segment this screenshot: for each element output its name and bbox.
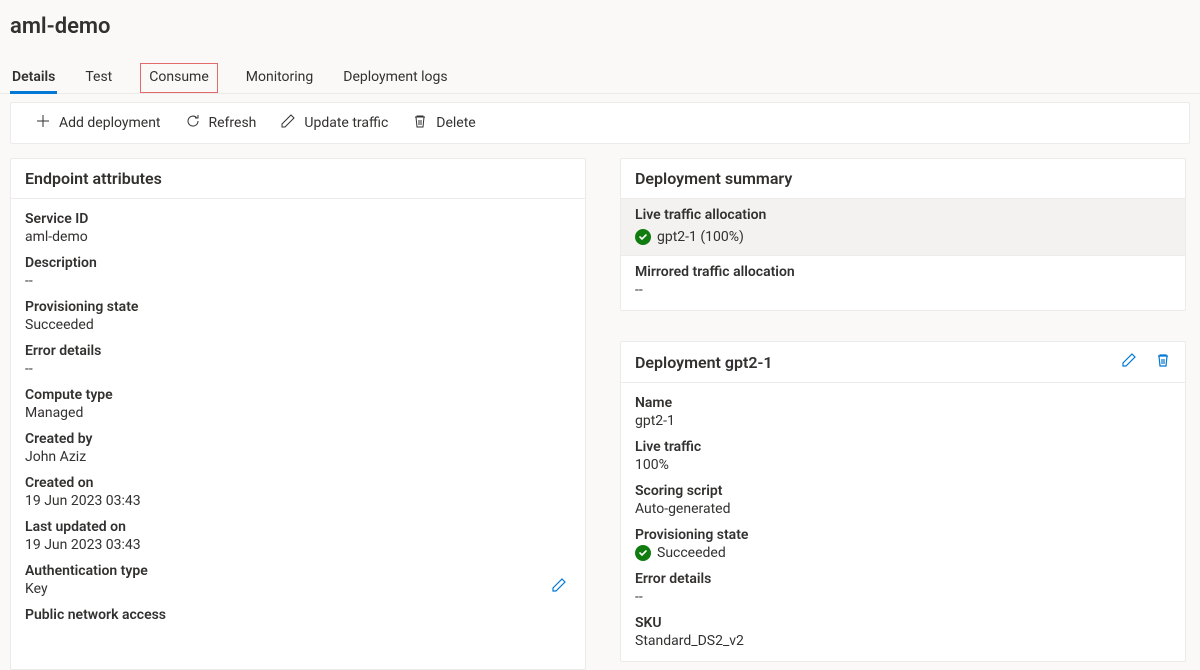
add-deployment-label: Add deployment	[59, 115, 161, 131]
attr-error-details: Error details --	[25, 343, 571, 377]
delete-button[interactable]: Delete	[412, 113, 475, 133]
attr-label: Live traffic	[635, 439, 1171, 455]
live-traffic-allocation: Live traffic allocation gpt2-1 (100%)	[621, 199, 1185, 256]
pencil-icon	[280, 113, 296, 133]
refresh-button[interactable]: Refresh	[185, 113, 257, 133]
add-deployment-button[interactable]: Add deployment	[35, 113, 161, 133]
attr-sku: SKU Standard_DS2_v2	[635, 615, 1171, 649]
attr-label: Created by	[25, 431, 571, 447]
page-title: aml-demo	[0, 0, 1200, 45]
attr-value: Auto-generated	[635, 501, 1171, 517]
check-circle-icon	[635, 545, 651, 561]
deployment-detail-header: Deployment gpt2-1	[635, 353, 773, 372]
attr-live-traffic: Live traffic 100%	[635, 439, 1171, 473]
attr-value: Key	[25, 581, 148, 597]
attr-value: Standard_DS2_v2	[635, 633, 1171, 649]
attr-value: Succeeded	[25, 317, 571, 333]
deployment-detail-card: Deployment gpt2-1 Name gpt2-1 Live traff…	[620, 341, 1186, 662]
attr-label: Provisioning state	[25, 299, 571, 315]
attr-label: Scoring script	[635, 483, 1171, 499]
mirrored-traffic-value: --	[635, 282, 1171, 298]
mirrored-traffic-title: Mirrored traffic allocation	[635, 264, 1171, 280]
update-traffic-button[interactable]: Update traffic	[280, 113, 388, 133]
mirrored-traffic-allocation: Mirrored traffic allocation --	[621, 256, 1185, 310]
tab-details[interactable]: Details	[10, 63, 57, 93]
attr-label: Service ID	[25, 211, 571, 227]
refresh-label: Refresh	[209, 115, 257, 131]
edit-auth-button[interactable]	[551, 577, 567, 597]
pencil-icon	[1121, 352, 1137, 368]
toolbar: Add deployment Refresh Update traffic De…	[10, 102, 1190, 144]
check-circle-icon	[635, 229, 651, 245]
delete-deployment-button[interactable]	[1155, 352, 1171, 372]
endpoint-attributes-header: Endpoint attributes	[11, 159, 585, 199]
attr-description: Description --	[25, 255, 571, 289]
attr-label: Compute type	[25, 387, 571, 403]
attr-label: Public network access	[25, 607, 571, 623]
attr-deployment-name: Name gpt2-1	[635, 395, 1171, 429]
trash-icon	[1155, 352, 1171, 368]
tab-test[interactable]: Test	[83, 63, 114, 93]
deployment-summary-header: Deployment summary	[621, 159, 1185, 199]
attr-created-on: Created on 19 Jun 2023 03:43	[25, 475, 571, 509]
attr-value: gpt2-1	[635, 413, 1171, 429]
attr-deployment-provisioning: Provisioning state Succeeded	[635, 527, 1171, 561]
refresh-icon	[185, 113, 201, 133]
endpoint-attributes-card: Endpoint attributes Service ID aml-demo …	[10, 158, 586, 670]
attr-value: Managed	[25, 405, 571, 421]
plus-icon	[35, 113, 51, 133]
delete-label: Delete	[436, 115, 475, 131]
attr-provisioning-state: Provisioning state Succeeded	[25, 299, 571, 333]
attr-scoring-script: Scoring script Auto-generated	[635, 483, 1171, 517]
attr-label: Created on	[25, 475, 571, 491]
attr-label: SKU	[635, 615, 1171, 631]
attr-value: --	[25, 361, 571, 377]
attr-created-by: Created by John Aziz	[25, 431, 571, 465]
tab-deployment-logs[interactable]: Deployment logs	[341, 63, 449, 93]
deployment-summary-card: Deployment summary Live traffic allocati…	[620, 158, 1186, 311]
attr-compute-type: Compute type Managed	[25, 387, 571, 421]
attr-service-id: Service ID aml-demo	[25, 211, 571, 245]
attr-value: 100%	[635, 457, 1171, 473]
tabs: Details Test Consume Monitoring Deployme…	[0, 45, 1200, 94]
attr-value: 19 Jun 2023 03:43	[25, 493, 571, 509]
attr-public-network-access: Public network access	[25, 607, 571, 623]
attr-value: Succeeded	[657, 545, 726, 561]
attr-value: aml-demo	[25, 229, 571, 245]
pencil-icon	[551, 577, 567, 593]
attr-label: Error details	[635, 571, 1171, 587]
attr-last-updated-on: Last updated on 19 Jun 2023 03:43	[25, 519, 571, 553]
attr-authentication-type: Authentication type Key	[25, 563, 571, 597]
tab-monitoring[interactable]: Monitoring	[244, 63, 316, 93]
attr-label: Last updated on	[25, 519, 571, 535]
attr-value: 19 Jun 2023 03:43	[25, 537, 571, 553]
attr-deployment-error-details: Error details --	[635, 571, 1171, 605]
live-traffic-value: gpt2-1 (100%)	[657, 229, 744, 245]
attr-label: Name	[635, 395, 1171, 411]
attr-value: --	[25, 273, 571, 289]
attr-label: Description	[25, 255, 571, 271]
attr-label: Authentication type	[25, 563, 148, 579]
attr-value: --	[635, 589, 1171, 605]
tab-consume[interactable]: Consume	[140, 63, 217, 93]
trash-icon	[412, 113, 428, 133]
live-traffic-title: Live traffic allocation	[635, 207, 1171, 223]
edit-deployment-button[interactable]	[1121, 352, 1137, 372]
update-traffic-label: Update traffic	[304, 115, 388, 131]
attr-label: Error details	[25, 343, 571, 359]
attr-value: John Aziz	[25, 449, 571, 465]
attr-label: Provisioning state	[635, 527, 1171, 543]
